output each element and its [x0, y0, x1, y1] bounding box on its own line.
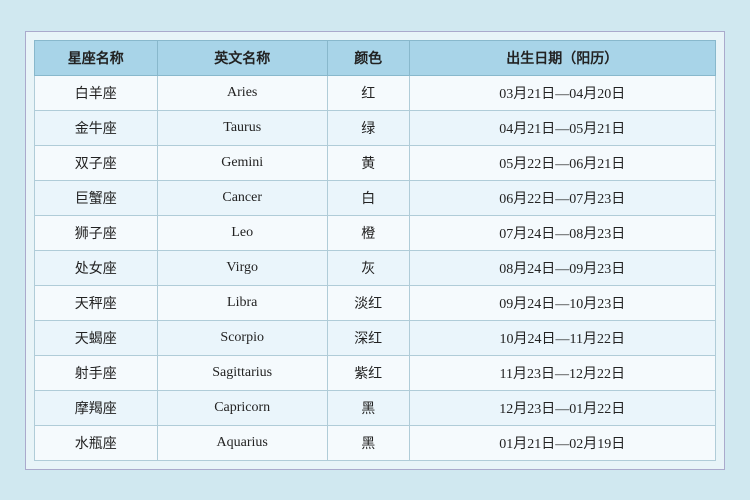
cell-color: 绿	[327, 110, 409, 145]
cell-en-name: Cancer	[157, 180, 327, 215]
cell-en-name: Gemini	[157, 145, 327, 180]
cell-en-name: Leo	[157, 215, 327, 250]
table-row: 水瓶座Aquarius黑01月21日—02月19日	[35, 425, 716, 460]
cell-en-name: Scorpio	[157, 320, 327, 355]
table-row: 天秤座Libra淡红09月24日—10月23日	[35, 285, 716, 320]
table-row: 射手座Sagittarius紫红11月23日—12月22日	[35, 355, 716, 390]
cell-en-name: Libra	[157, 285, 327, 320]
cell-color: 紫红	[327, 355, 409, 390]
cell-date: 06月22日—07月23日	[409, 180, 715, 215]
table-row: 白羊座Aries红03月21日—04月20日	[35, 75, 716, 110]
table-row: 金牛座Taurus绿04月21日—05月21日	[35, 110, 716, 145]
cell-date: 05月22日—06月21日	[409, 145, 715, 180]
cell-zh-name: 巨蟹座	[35, 180, 158, 215]
cell-date: 12月23日—01月22日	[409, 390, 715, 425]
cell-en-name: Aquarius	[157, 425, 327, 460]
cell-zh-name: 双子座	[35, 145, 158, 180]
cell-en-name: Taurus	[157, 110, 327, 145]
header-zh-name: 星座名称	[35, 40, 158, 75]
cell-en-name: Virgo	[157, 250, 327, 285]
cell-en-name: Capricorn	[157, 390, 327, 425]
cell-zh-name: 狮子座	[35, 215, 158, 250]
table-row: 天蝎座Scorpio深红10月24日—11月22日	[35, 320, 716, 355]
cell-date: 11月23日—12月22日	[409, 355, 715, 390]
header-date: 出生日期（阳历）	[409, 40, 715, 75]
cell-date: 04月21日—05月21日	[409, 110, 715, 145]
table-row: 处女座Virgo灰08月24日—09月23日	[35, 250, 716, 285]
header-en-name: 英文名称	[157, 40, 327, 75]
cell-zh-name: 天蝎座	[35, 320, 158, 355]
cell-color: 红	[327, 75, 409, 110]
cell-color: 灰	[327, 250, 409, 285]
cell-color: 橙	[327, 215, 409, 250]
cell-zh-name: 水瓶座	[35, 425, 158, 460]
cell-color: 淡红	[327, 285, 409, 320]
table-row: 巨蟹座Cancer白06月22日—07月23日	[35, 180, 716, 215]
cell-date: 09月24日—10月23日	[409, 285, 715, 320]
table-row: 摩羯座Capricorn黑12月23日—01月22日	[35, 390, 716, 425]
table-row: 双子座Gemini黄05月22日—06月21日	[35, 145, 716, 180]
cell-zh-name: 白羊座	[35, 75, 158, 110]
cell-color: 黄	[327, 145, 409, 180]
cell-zh-name: 摩羯座	[35, 390, 158, 425]
cell-color: 深红	[327, 320, 409, 355]
cell-color: 白	[327, 180, 409, 215]
cell-date: 03月21日—04月20日	[409, 75, 715, 110]
cell-color: 黑	[327, 390, 409, 425]
cell-color: 黑	[327, 425, 409, 460]
cell-date: 08月24日—09月23日	[409, 250, 715, 285]
cell-en-name: Aries	[157, 75, 327, 110]
cell-date: 01月21日—02月19日	[409, 425, 715, 460]
cell-date: 07月24日—08月23日	[409, 215, 715, 250]
cell-zh-name: 天秤座	[35, 285, 158, 320]
cell-zh-name: 处女座	[35, 250, 158, 285]
table-header-row: 星座名称 英文名称 颜色 出生日期（阳历）	[35, 40, 716, 75]
cell-zh-name: 金牛座	[35, 110, 158, 145]
header-color: 颜色	[327, 40, 409, 75]
table-row: 狮子座Leo橙07月24日—08月23日	[35, 215, 716, 250]
cell-en-name: Sagittarius	[157, 355, 327, 390]
cell-date: 10月24日—11月22日	[409, 320, 715, 355]
cell-zh-name: 射手座	[35, 355, 158, 390]
zodiac-table: 星座名称 英文名称 颜色 出生日期（阳历） 白羊座Aries红03月21日—04…	[34, 40, 716, 461]
zodiac-table-container: 星座名称 英文名称 颜色 出生日期（阳历） 白羊座Aries红03月21日—04…	[25, 31, 725, 470]
